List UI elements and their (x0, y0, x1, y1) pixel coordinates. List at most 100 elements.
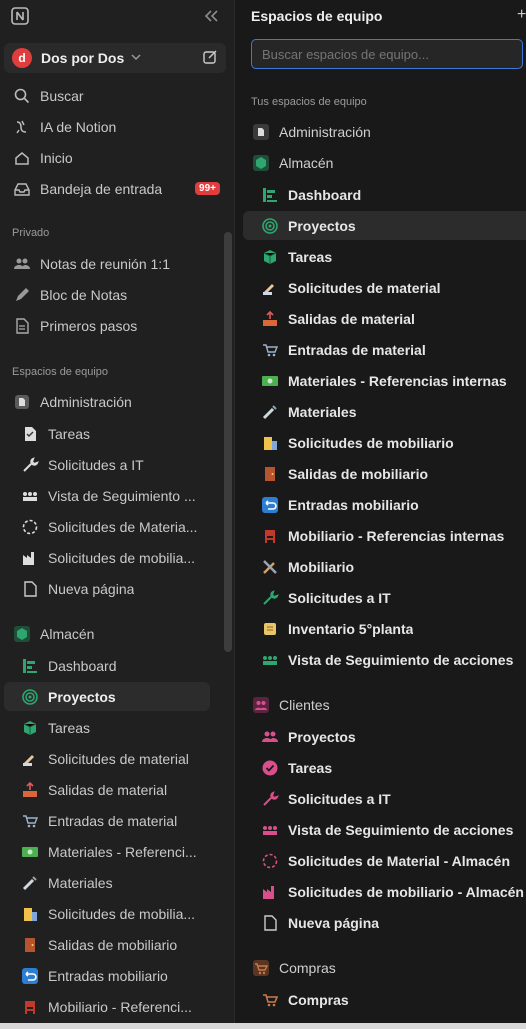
notion-logo-icon[interactable] (10, 6, 30, 26)
sidebar-item[interactable]: Dashboard (0, 651, 234, 680)
panel-item[interactable]: Compras (235, 985, 526, 1014)
sidebar-item[interactable]: Tareas (0, 713, 234, 742)
panel-item[interactable]: Nueva página (235, 908, 526, 937)
admin-icon (12, 392, 32, 412)
panel-teamspace-admin[interactable]: Administración (235, 117, 526, 146)
check-circle-icon (260, 758, 280, 778)
panel-item[interactable]: Materiales - Referencias internas (235, 366, 526, 395)
panel-item[interactable]: Entradas de material (235, 335, 526, 364)
workspace-name: Dos por Dos (41, 50, 125, 66)
panel-item[interactable]: Entradas mobiliario (235, 490, 526, 519)
nav-item-inbox[interactable]: Bandeja de entrada 99+ (0, 174, 234, 203)
panel-item[interactable]: Solicitudes de mobiliario - Almacén (235, 877, 526, 906)
dashed-circle-icon (20, 517, 40, 537)
cube-icon (20, 718, 40, 738)
panel-teamspace-clientes[interactable]: Clientes (235, 690, 526, 719)
panel-item[interactable]: Solicitudes a IT (235, 784, 526, 813)
panel-item[interactable]: Salidas de mobiliario (235, 459, 526, 488)
sidebar-item[interactable]: Tareas (0, 419, 234, 448)
sidebar-item[interactable]: Entradas mobiliario (0, 961, 234, 990)
factory-icon (260, 882, 280, 902)
panel-subtitle: Tus espacios de equipo (251, 96, 367, 108)
section-team-label: Espacios de equipo (12, 366, 109, 378)
panel-item[interactable]: Inventario 5°planta (235, 614, 526, 643)
inbox-count-badge: 99+ (195, 182, 220, 195)
sidebar-item[interactable]: Materiales (0, 868, 234, 897)
cart-icon (260, 990, 280, 1010)
search-nav-item[interactable]: Buscar (0, 81, 234, 110)
sidebar-item[interactable]: Materiales - Referenci... (0, 837, 234, 866)
panel-item[interactable]: Dashboard (235, 180, 526, 209)
new-page-icon[interactable] (202, 49, 218, 68)
target-icon (260, 216, 280, 236)
panel-item[interactable]: Salidas de material (235, 304, 526, 333)
workspace-switcher[interactable]: d Dos por Dos (4, 43, 226, 73)
panel-item[interactable]: Mobiliario (235, 552, 526, 581)
nav-item-ia[interactable]: IA de Notion (0, 112, 234, 141)
window-bottom-edge (0, 1023, 526, 1029)
sidebar-teamspace-admin[interactable]: Administración (0, 387, 234, 416)
panel-item[interactable]: Proyectos (235, 722, 526, 751)
inbox-icon (12, 179, 32, 199)
sidebar-item[interactable]: Solicitudes a IT (0, 450, 234, 479)
panel-item[interactable]: Solicitudes de material (235, 273, 526, 302)
section-private-label: Privado (12, 227, 50, 239)
sidebar-item[interactable]: Salidas de material (0, 775, 234, 804)
writing-hand-icon (260, 278, 280, 298)
sidebar-item[interactable]: Vista de Seguimiento ... (0, 481, 234, 510)
panel-item[interactable]: Vista de Seguimiento de acciones (235, 645, 526, 674)
panel-item[interactable]: Solicitudes a IT (235, 583, 526, 612)
sidebar-item[interactable]: Nueva página (0, 574, 234, 603)
sidebar-item[interactable]: Solicitudes de mobilia... (0, 543, 234, 572)
door-icon (20, 935, 40, 955)
panel-teamspace-compras[interactable]: Compras (235, 953, 526, 982)
people-icon (260, 727, 280, 747)
panel-item[interactable]: Materiales (235, 397, 526, 426)
search-icon (12, 86, 32, 106)
banknote-icon (20, 842, 40, 862)
sidebar-item[interactable]: Entradas de material (0, 806, 234, 835)
sidebar-item-selected[interactable]: Proyectos (4, 682, 210, 711)
cart-icon (20, 811, 40, 831)
teamspaces-panel: Espacios de equipo + Tus espacios de equ… (234, 0, 526, 1029)
sidebar-item[interactable]: Salidas de mobiliario (0, 930, 234, 959)
sidebar-item[interactable]: Solicitudes de material (0, 744, 234, 773)
sidebar-item-primeros[interactable]: Primeros pasos (0, 311, 234, 340)
banknote-icon (260, 371, 280, 391)
panel-add-icon[interactable]: + (517, 6, 526, 24)
dashboard-icon (260, 185, 280, 205)
factory-icon (20, 548, 40, 568)
sidebar-item[interactable]: Solicitudes de mobilia... (0, 899, 234, 928)
panel-item[interactable]: Tareas (235, 242, 526, 271)
building-icon (20, 904, 40, 924)
panel-item[interactable]: Solicitudes de Material - Almacén (235, 846, 526, 875)
collapse-sidebar-icon[interactable] (201, 6, 221, 26)
sidebar-scrollbar[interactable] (224, 232, 232, 652)
teamspace-search-input[interactable] (251, 39, 523, 69)
panel-item[interactable]: Tareas (235, 753, 526, 782)
clientes-people-icon (251, 695, 271, 715)
new-page-icon (260, 913, 280, 933)
nav-item-inicio[interactable]: Inicio (0, 143, 234, 172)
sidebar-item[interactable]: Solicitudes de Materia... (0, 512, 234, 541)
chair-icon (20, 997, 40, 1017)
sidebar-teamspace-almacen[interactable]: Almacén (0, 619, 234, 648)
sidebar-item[interactable]: Mobiliario - Referenci... (0, 992, 234, 1021)
wrench-icon (260, 789, 280, 809)
pencil-icon (12, 285, 32, 305)
dashed-circle-icon (260, 851, 280, 871)
panel-item[interactable]: Mobiliario - Referencias internas (235, 521, 526, 550)
panel-item-hovered[interactable]: Proyectos (243, 211, 526, 240)
door-icon (260, 464, 280, 484)
panel-teamspace-almacen[interactable]: Almacén (235, 148, 526, 177)
sidebar-item-bloc[interactable]: Bloc de Notas (0, 280, 234, 309)
target-icon (20, 687, 40, 707)
workspace-avatar: d (12, 48, 32, 68)
return-arrow-icon (260, 495, 280, 515)
panel-item[interactable]: Solicitudes de mobiliario (235, 428, 526, 457)
almacen-cube-icon (12, 624, 32, 644)
ai-face-icon (12, 117, 32, 137)
syringe-icon (20, 873, 40, 893)
panel-item[interactable]: Vista de Seguimiento de acciones (235, 815, 526, 844)
sidebar-item-notas[interactable]: Notas de reunión 1:1 (0, 249, 234, 278)
